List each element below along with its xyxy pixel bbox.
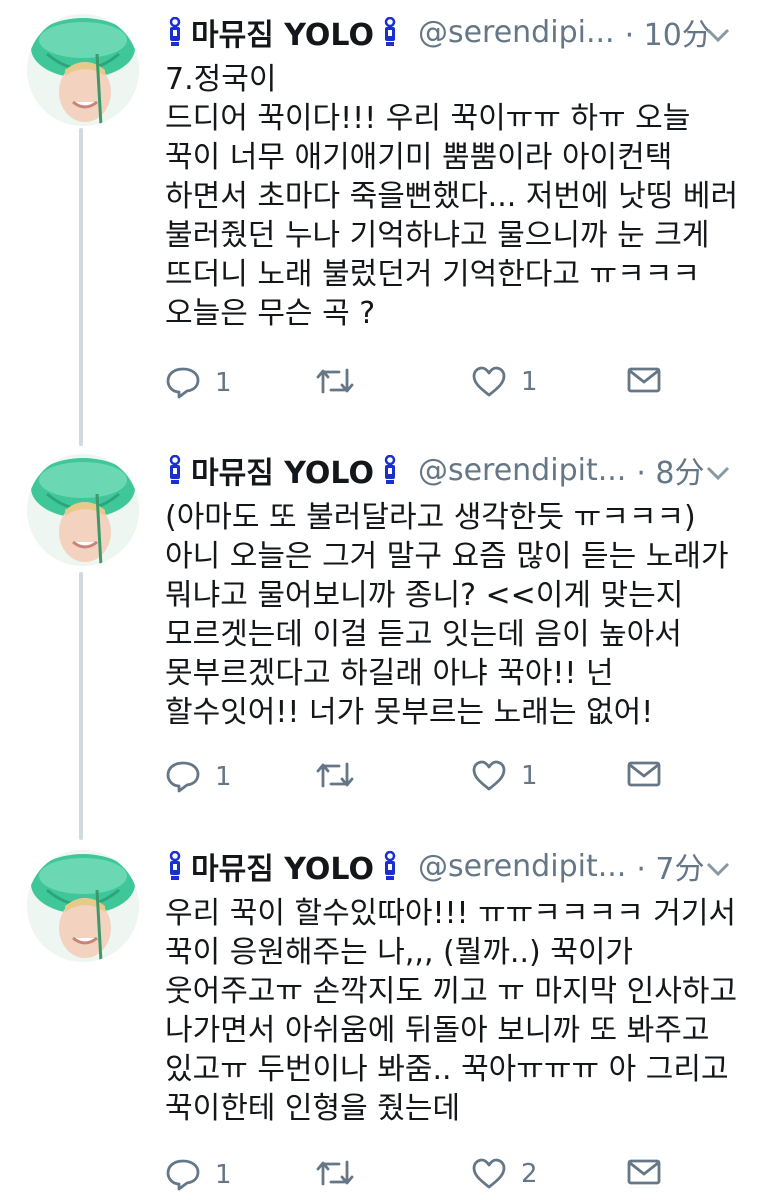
reply-button[interactable]: 1 [165,366,232,400]
chevron-down-icon[interactable] [704,458,732,482]
tweet-text: 7.정국이 드디어 꾹이다!!! 우리 꾹이ㅠㅠ 하ㅠ 오늘 꾹이 너무 애기애… [165,60,750,333]
like-button[interactable]: 2 [471,1158,538,1190]
reply-icon [166,761,200,793]
bottle-pin-icon [380,17,400,47]
like-count: 1 [521,367,538,397]
retweet-icon [316,1160,354,1186]
display-name[interactable]: 마뮤짐 YOLO [191,448,374,492]
tweet[interactable]: 마뮤짐 YOLO @serendipi... · 10分 7.정국이 드디어 꾹… [0,0,760,430]
tweet-line: 꾹이 응원해주는 나,,, (뭘까..) 꾹이가 [165,935,634,970]
timestamp[interactable]: · 7分 [636,844,704,888]
tweet-line: 나가면서 아쉬움에 뒤돌아 보니까 또 봐주고 [165,1013,710,1048]
reply-button[interactable]: 1 [165,1158,232,1192]
action-bar: 1 2 [165,1158,685,1198]
tweet-line: 오늘은 무슨 곡 ? [165,296,376,331]
bottle-pin-icon [380,851,400,881]
action-bar: 1 1 [165,760,685,800]
reply-icon [166,367,200,399]
retweet-icon [316,368,354,394]
retweet-button[interactable] [315,366,369,396]
like-count: 1 [521,761,538,791]
display-name[interactable]: 마뮤짐 YOLO [191,10,374,54]
tweet-line: 불러줬던 누나 기억하냐고 물으니까 눈 크게 [165,218,710,253]
tweet-line: 할수잇어!! 너가 못부르는 노래는 없어! [165,695,654,730]
tweet-line: 못부르겠다고 하길래 아냐 꾹아!! 넌 [165,656,614,691]
mail-icon [627,761,661,787]
tweet[interactable]: 마뮤짐 YOLO @serendipit... · 7分 우리 꾹이 할수있따아… [0,840,760,1200]
bottle-pin-icon [165,17,185,47]
user-handle[interactable]: @serendipit... [418,849,626,884]
reply-count: 1 [215,762,232,792]
tweet-line: 웃어주고ㅠ 손깍지도 끼고 ㅠ 마지막 인사하고 [165,974,738,1009]
timestamp[interactable]: · 8分 [636,448,704,492]
reply-icon [166,1159,200,1191]
direct-message-button[interactable] [627,366,675,394]
user-handle[interactable]: @serendipit... [418,453,626,488]
tweet-line: 우리 꾹이 할수있따아!!! ㅠㅠㅋㅋㅋㅋ 거기서 [165,896,737,931]
tweet-line: 하면서 초마다 죽을뻔했다... 저번에 낫띵 베러 [165,179,739,214]
heart-icon [472,366,506,397]
tweet-line: 7.정국이 [165,62,277,97]
bottle-pin-icon [165,851,185,881]
like-button[interactable]: 1 [471,366,538,398]
action-bar: 1 1 [165,366,685,406]
heart-icon [472,760,506,791]
mail-icon [627,1159,661,1185]
display-name[interactable]: 마뮤짐 YOLO [191,844,374,888]
retweet-icon [316,762,354,788]
avatar[interactable] [27,14,139,126]
tweet[interactable]: 마뮤짐 YOLO @serendipit... · 8分 (아마도 또 불러달라… [0,444,760,814]
bottle-pin-icon [165,455,185,485]
tweet-text: 우리 꾹이 할수있따아!!! ㅠㅠㅋㅋㅋㅋ 거기서 꾹이 응원해주는 나,,, … [165,894,750,1128]
heart-icon [472,1158,506,1189]
tweet-line: 꾹이한테 인형을 줬는데 [165,1091,461,1126]
tweet-line: 모르겟는데 이걸 듣고 잇는데 음이 높아서 [165,617,682,652]
direct-message-button[interactable] [627,760,675,788]
avatar[interactable] [27,454,139,566]
direct-message-button[interactable] [627,1158,675,1186]
like-count: 2 [521,1159,538,1189]
tweet-line: 꾹이 너무 애기애기미 뿜뿜이라 아이컨택 [165,140,673,175]
chevron-down-icon[interactable] [704,20,732,44]
tweet-line: 뜨더니 노래 불렀던거 기억한다고 ㅠㅋㅋㅋ [165,257,700,292]
tweet-line: 뭐냐고 물어보니까 종니? <<이게 맞는지 [165,578,684,613]
mail-icon [627,367,661,393]
reply-count: 1 [215,1160,232,1190]
avatar[interactable] [27,850,139,962]
reply-count: 1 [215,368,232,398]
user-handle[interactable]: @serendipi... [418,15,615,50]
tweet-line: 있고ㅠ 두번이나 봐줌.. 꾹아ㅠㅠㅠ 아 그리고 [165,1052,729,1087]
bottle-pin-icon [380,455,400,485]
chevron-down-icon[interactable] [704,854,732,878]
tweet-line: 드디어 꾹이다!!! 우리 꾹이ㅠㅠ 하ㅠ 오늘 [165,101,691,136]
reply-button[interactable]: 1 [165,760,232,794]
tweet-text: (아마도 또 불러달라고 생각한듯 ㅠㅋㅋㅋ) 아니 오늘은 그거 말구 요즘 … [165,498,750,732]
timestamp[interactable]: · 10分 [625,10,712,54]
like-button[interactable]: 1 [471,760,538,792]
tweet-line: (아마도 또 불러달라고 생각한듯 ㅠㅋㅋㅋ) [165,500,696,535]
retweet-button[interactable] [315,760,369,790]
retweet-button[interactable] [315,1158,369,1188]
tweet-line: 아니 오늘은 그거 말구 요즘 많이 듣는 노래가 [165,539,729,574]
